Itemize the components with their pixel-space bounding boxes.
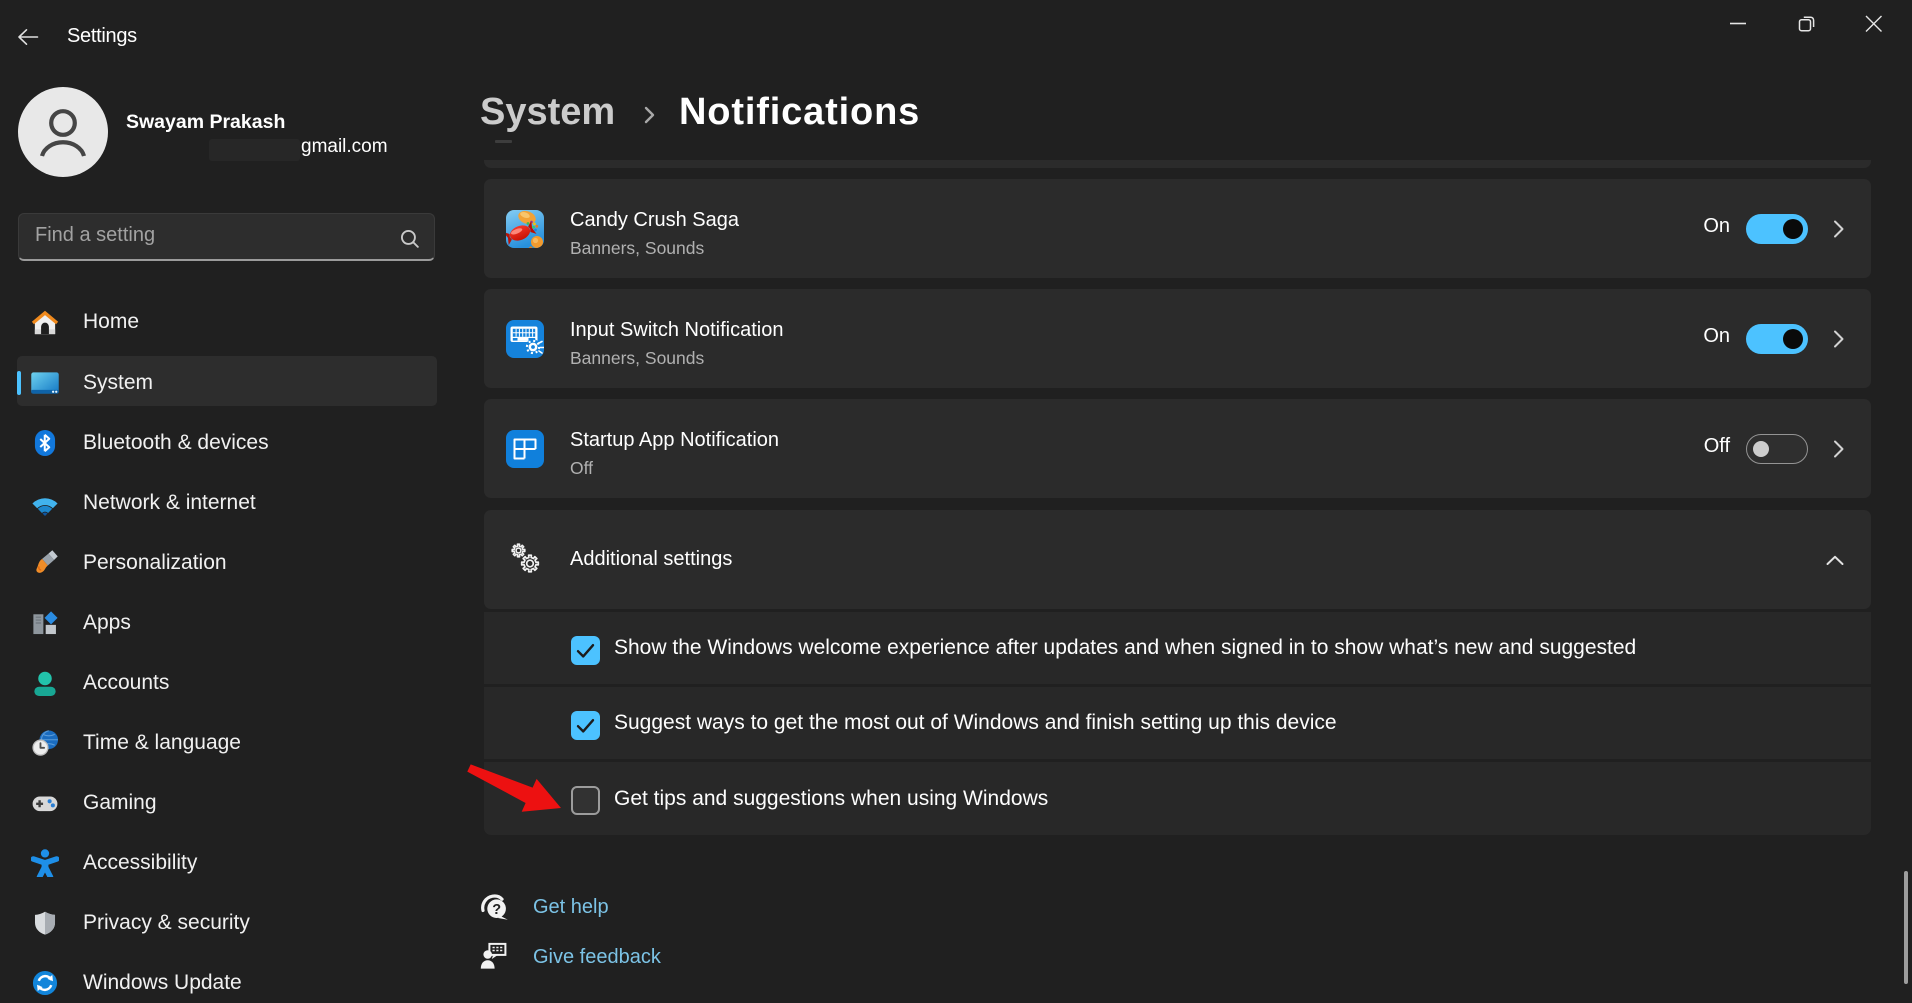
svg-text:?: ? — [492, 902, 501, 918]
